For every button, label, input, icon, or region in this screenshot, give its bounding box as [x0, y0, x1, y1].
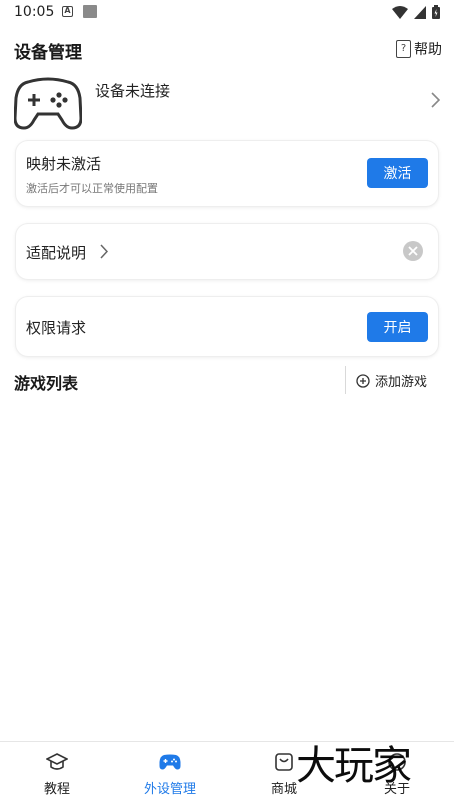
nav-tutorial[interactable]: 教程 — [7, 742, 107, 807]
status-bar: 10:05 A — [0, 0, 454, 26]
device-status: 设备未连接 — [95, 82, 171, 100]
status-right-icons — [392, 5, 440, 19]
info-icon — [388, 753, 406, 771]
battery-icon — [432, 5, 440, 19]
adapt-title: 适配说明 — [26, 244, 87, 262]
nav-store-label: 商城 — [270, 782, 297, 797]
gamepad-icon — [159, 754, 181, 770]
add-game-label: 添加游戏 — [375, 375, 428, 390]
gamepad-icon — [14, 77, 82, 130]
header: 设备管理 ? 帮助 — [14, 36, 442, 64]
divider — [345, 366, 346, 394]
shopping-bag-icon — [275, 753, 293, 771]
add-game-button[interactable]: 添加游戏 — [356, 371, 427, 390]
chevron-right-icon — [100, 244, 108, 259]
help-icon: ? — [396, 40, 411, 58]
plus-circle-icon — [356, 373, 370, 388]
wifi-icon — [392, 5, 408, 19]
nav-peripherals[interactable]: 外设管理 — [120, 742, 220, 807]
activate-button[interactable]: 激活 — [367, 158, 428, 188]
help-button[interactable]: ? 帮助 — [396, 39, 442, 59]
nav-peripherals-label: 外设管理 — [143, 782, 196, 797]
signal-icon — [414, 5, 426, 19]
activation-card: 映射未激活 激活后才可以正常使用配置 激活 — [16, 141, 438, 206]
a-notification-icon: A — [62, 6, 73, 17]
activation-subtitle: 激活后才可以正常使用配置 — [26, 182, 158, 195]
close-icon[interactable] — [403, 241, 423, 261]
games-header: 游戏列表 添加游戏 — [14, 366, 442, 396]
chevron-right-icon — [431, 92, 440, 108]
image-notification-icon — [83, 5, 97, 18]
activation-title: 映射未激活 — [26, 155, 102, 173]
adapt-card[interactable]: 适配说明 — [16, 224, 438, 279]
device-row[interactable]: 设备未连接 — [14, 72, 442, 132]
nav-tutorial-label: 教程 — [43, 782, 70, 797]
status-time: 10:05 — [14, 4, 55, 20]
enable-permission-button[interactable]: 开启 — [367, 312, 428, 342]
page-title: 设备管理 — [14, 43, 82, 63]
permission-title: 权限请求 — [26, 319, 87, 337]
nav-about-label: 关于 — [383, 782, 410, 797]
nav-about[interactable]: 关于 — [347, 742, 447, 807]
bottom-nav: 教程 外设管理 商城 关于 — [0, 741, 454, 807]
help-label: 帮助 — [414, 42, 442, 58]
nav-store[interactable]: 商城 — [234, 742, 334, 807]
permission-card: 权限请求 开启 — [16, 297, 438, 356]
games-title: 游戏列表 — [14, 374, 79, 393]
graduation-cap-icon — [46, 753, 68, 770]
